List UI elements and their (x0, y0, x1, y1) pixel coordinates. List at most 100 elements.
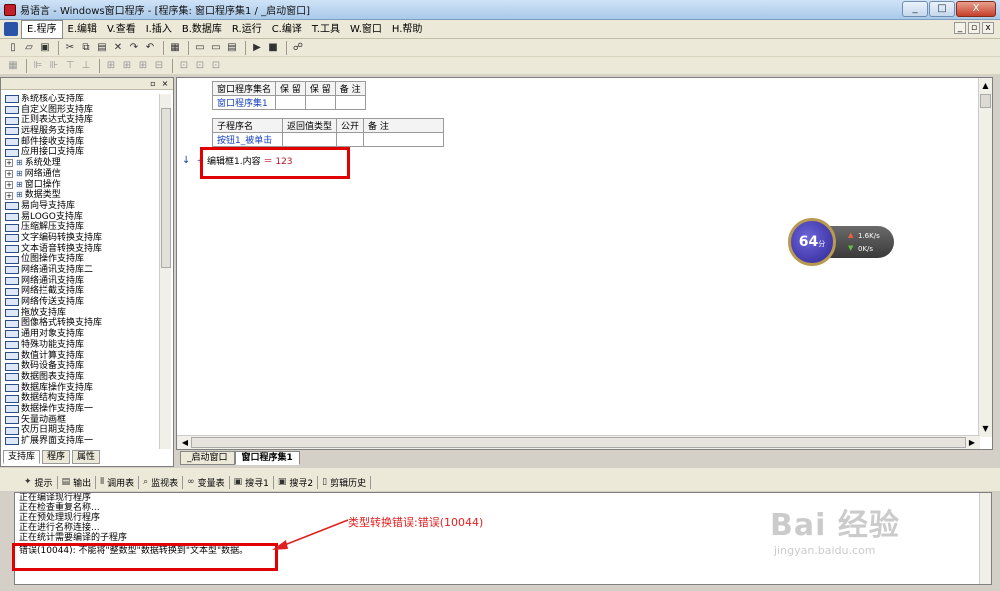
stop-icon[interactable]: ■ (266, 41, 280, 55)
library-item[interactable]: 网络传送支持库 (5, 297, 155, 308)
help-icon[interactable]: ☍ (291, 41, 305, 55)
menu-help[interactable]: H.帮助 (387, 21, 428, 38)
tab-watch-table[interactable]: ⌕ 监视表 (139, 475, 184, 489)
copy-icon[interactable]: ⧉ (79, 41, 93, 55)
library-item[interactable]: 通用对象支持库 (5, 329, 155, 340)
expand-plus-icon[interactable]: + (5, 170, 13, 179)
mdi-minimize-button[interactable]: _ (954, 22, 966, 34)
panel-close-icon[interactable]: × (160, 79, 170, 89)
library-scrollbar[interactable] (159, 94, 171, 449)
mdi-close-button[interactable]: x (982, 22, 994, 34)
library-item[interactable]: 数据操作支持库一 (5, 404, 155, 415)
library-item[interactable]: 易向导支持库 (5, 201, 155, 212)
expand-plus-icon[interactable]: + (5, 180, 13, 189)
library-item[interactable]: 矢量动画框 (5, 415, 155, 426)
delete-icon[interactable]: ✕ (111, 41, 125, 55)
save-icon[interactable]: ▣ (38, 41, 52, 55)
window-split-icon[interactable]: ▭ (209, 41, 223, 55)
menu-program[interactable]: E.程序 (21, 19, 63, 39)
public-cell[interactable] (336, 132, 365, 147)
redo-icon[interactable]: ↷ (127, 41, 141, 55)
expand-plus-icon[interactable]: + (5, 159, 13, 168)
library-item[interactable]: 网络通讯支持库 (5, 276, 155, 287)
menu-view[interactable]: V.查看 (102, 21, 141, 38)
assembly-name-cell[interactable]: 窗口程序集1 (211, 95, 277, 110)
scroll-left-icon[interactable]: ◀ (179, 436, 191, 449)
scroll-right-icon[interactable]: ▶ (966, 436, 978, 449)
mdi-restore-button[interactable]: ▫ (968, 22, 980, 34)
library-scroll-thumb[interactable] (161, 108, 171, 268)
reserved-cell-1[interactable] (275, 95, 306, 110)
subroutine-name-cell[interactable]: 按钮1_被单击 (212, 132, 283, 147)
cut-icon[interactable]: ✂ (63, 41, 77, 55)
tab-search-2[interactable]: ▣ 搜寻2 (274, 475, 319, 489)
library-item[interactable]: 自定义图形支持库 (5, 105, 155, 116)
align-grid-icon[interactable]: ▦ (6, 59, 20, 73)
library-item[interactable]: 文本语音转换支持库 (5, 244, 155, 255)
library-item[interactable]: 农历日期支持库 (5, 425, 155, 436)
align-center-icon[interactable]: ⊪ (47, 59, 61, 73)
library-item[interactable]: + ⊞ 网络通信 (5, 169, 155, 180)
library-item[interactable]: 特殊功能支持库 (5, 340, 155, 351)
tab-search-1[interactable]: ▣ 搜寻1 (230, 475, 274, 489)
subroutine-remark-cell[interactable] (363, 132, 445, 147)
library-item[interactable]: 位图操作支持库 (5, 254, 155, 265)
library-item[interactable]: 易LOGO支持库 (5, 212, 155, 223)
library-item[interactable]: 邮件接收支持库 (5, 137, 155, 148)
menu-compile[interactable]: C.编译 (267, 21, 307, 38)
tab-start-window[interactable]: _启动窗口 (180, 451, 235, 465)
menu-run[interactable]: R.运行 (227, 21, 267, 38)
tab-window-assembly[interactable]: 窗口程序集1 (234, 451, 300, 465)
library-item[interactable]: 数据库操作支持库 (5, 383, 155, 394)
close-button[interactable]: X (956, 1, 996, 17)
library-item[interactable]: + ⊞ 窗口操作 (5, 180, 155, 191)
tab-variable-table[interactable]: ∞ 变量表 (183, 475, 230, 489)
library-item[interactable]: 数码设备支持库 (5, 361, 155, 372)
minimize-button[interactable]: _ (902, 1, 928, 17)
return-type-cell[interactable] (281, 132, 338, 147)
tab-clip-history[interactable]: ▯ 剪辑历史 (318, 475, 372, 489)
align-bottom-icon[interactable]: ⊥ (79, 59, 93, 73)
same-height-icon[interactable]: ⊞ (120, 59, 134, 73)
open-file-icon[interactable]: ▱ (22, 41, 36, 55)
library-item[interactable]: 数值计算支持库 (5, 351, 155, 362)
output-scrollbar[interactable] (979, 493, 991, 584)
window-layout-icon[interactable]: ▭ (193, 41, 207, 55)
scroll-up-icon[interactable]: ▲ (979, 80, 992, 92)
align-top-icon[interactable]: ⊤ (63, 59, 77, 73)
window-list-icon[interactable]: ▤ (225, 41, 239, 55)
menu-edit[interactable]: E.编辑 (63, 21, 103, 38)
run-icon[interactable]: ▶ (250, 41, 264, 55)
library-item[interactable]: 数据结构支持库 (5, 393, 155, 404)
library-item[interactable]: 远程服务支持库 (5, 126, 155, 137)
scroll-down-icon[interactable]: ▼ (979, 423, 992, 435)
editor-hscroll-thumb[interactable] (191, 437, 966, 448)
center-horizontal-icon[interactable]: ⊡ (177, 59, 191, 73)
reserved-cell-2[interactable] (304, 95, 336, 110)
library-item[interactable]: 正则表达式支持库 (5, 115, 155, 126)
editor-horizontal-scrollbar[interactable]: ◀ ▶ (177, 435, 980, 449)
maximize-button[interactable]: □ (929, 1, 955, 17)
align-left-icon[interactable]: ⊫ (31, 59, 45, 73)
library-item[interactable]: 拖放支持库 (5, 308, 155, 319)
expand-plus-icon[interactable]: + (5, 191, 13, 200)
library-item[interactable]: 应用接口支持库 (5, 147, 155, 158)
menu-insert[interactable]: I.插入 (141, 21, 177, 38)
library-item[interactable]: 网络拦截支持库 (5, 286, 155, 297)
remark-cell[interactable] (334, 95, 366, 110)
space-horizontal-icon[interactable]: ⊟ (152, 59, 166, 73)
network-speed-widget[interactable]: 64分 ▲ 1.6K/s ▼ 0K/s (788, 218, 894, 266)
library-item[interactable]: 图像格式转换支持库 (5, 318, 155, 329)
order-icon[interactable]: ⊡ (209, 59, 223, 73)
tab-hints[interactable]: ✦ 提示 (20, 475, 58, 489)
center-vertical-icon[interactable]: ⊡ (193, 59, 207, 73)
panel-restore-icon[interactable]: ▫ (148, 79, 158, 89)
find-icon[interactable]: ▦ (168, 41, 182, 55)
tab-program[interactable]: 程序 (42, 450, 71, 464)
menu-window[interactable]: W.窗口 (345, 21, 387, 38)
tab-libraries[interactable]: 支持库 (3, 450, 41, 464)
library-item[interactable]: 系统核心支持库 (5, 94, 155, 105)
library-item[interactable]: 数据图表支持库 (5, 372, 155, 383)
editor-vscroll-thumb[interactable] (980, 94, 991, 108)
library-item[interactable]: 文字编码转换支持库 (5, 233, 155, 244)
